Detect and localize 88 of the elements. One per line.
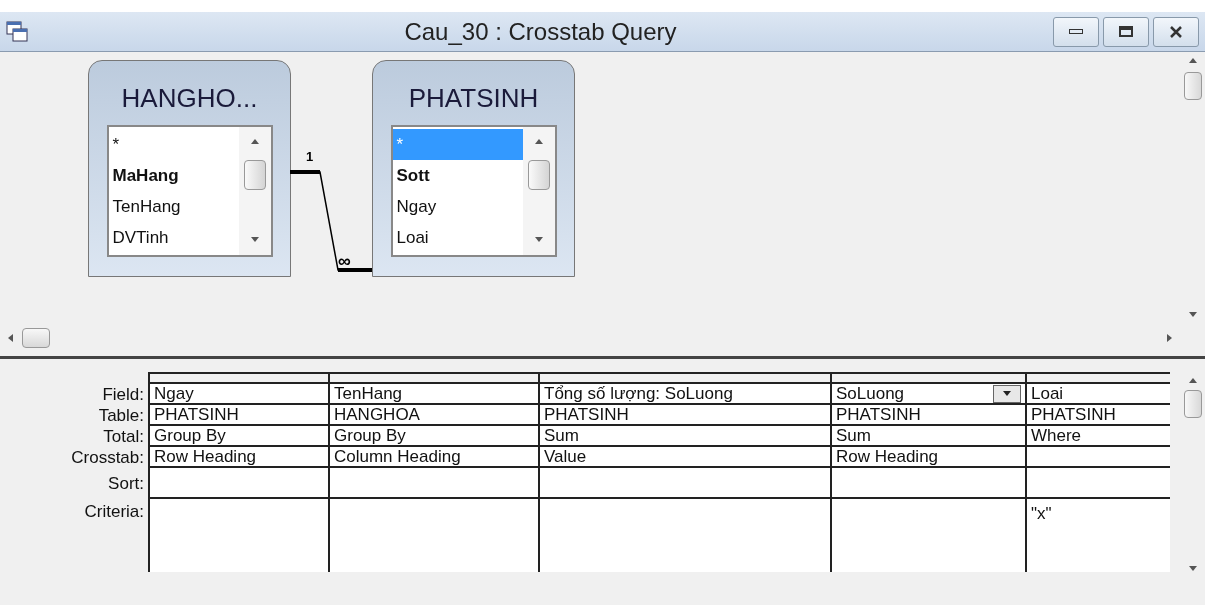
field-item[interactable]: DVTinh bbox=[108, 222, 239, 253]
cell-text: PHATSINH bbox=[836, 403, 922, 426]
table-title: HANGHO... bbox=[121, 85, 258, 111]
cell-text: Sum bbox=[544, 424, 580, 447]
row-label: Total: bbox=[103, 426, 144, 447]
grid-cell[interactable]: Value bbox=[540, 447, 830, 468]
cell-text: PHATSINH bbox=[154, 403, 240, 426]
grid-cell[interactable] bbox=[330, 468, 538, 499]
close-button[interactable] bbox=[1153, 16, 1199, 47]
query-window-icon bbox=[6, 20, 28, 43]
field-list-window[interactable]: PHATSINH * Sott Ngay Loai bbox=[372, 60, 575, 277]
field-cell[interactable]: Loai bbox=[1027, 384, 1170, 405]
cell-text: Where bbox=[1031, 424, 1083, 447]
grid-cell[interactable] bbox=[832, 468, 1025, 499]
grid-cell[interactable] bbox=[330, 499, 538, 572]
scrollbar-thumb[interactable] bbox=[1184, 390, 1202, 418]
scrollbar-thumb[interactable] bbox=[243, 160, 266, 191]
cell-text: "x" bbox=[1031, 503, 1053, 525]
field-item[interactable]: Sott bbox=[392, 160, 523, 191]
grid-cell[interactable] bbox=[150, 499, 328, 572]
grid-cell[interactable]: Row Heading bbox=[832, 447, 1025, 468]
grid-cell[interactable]: PHATSINH bbox=[150, 405, 328, 426]
cell-text: Ngay bbox=[154, 382, 195, 405]
restore-icon bbox=[1119, 26, 1133, 37]
dropdown-button[interactable] bbox=[993, 384, 1021, 403]
cell-text: Value bbox=[544, 445, 588, 468]
cell-text: Row Heading bbox=[836, 445, 940, 468]
grid-cell[interactable]: PHATSINH bbox=[832, 405, 1025, 426]
field-item[interactable]: * bbox=[108, 129, 239, 160]
grid-cell[interactable]: Sum bbox=[540, 426, 830, 447]
grid-cell[interactable] bbox=[1027, 447, 1170, 468]
cell-text: Loai bbox=[1031, 382, 1065, 405]
cell-text: Row Heading bbox=[154, 445, 258, 468]
cell-text: TenHang bbox=[334, 382, 404, 405]
grid-cell[interactable]: Group By bbox=[150, 426, 328, 447]
field-list-window[interactable]: HANGHO... * MaHang TenHang DVTinh bbox=[88, 60, 291, 277]
row-label: Table: bbox=[98, 405, 144, 426]
row-label: Criteria: bbox=[84, 500, 144, 523]
grid-cell[interactable] bbox=[540, 468, 830, 499]
minimize-button[interactable] bbox=[1053, 16, 1099, 47]
field-item[interactable]: MaHang bbox=[108, 160, 239, 191]
minimize-icon bbox=[1069, 29, 1083, 34]
window-title: Cau_30 : Crosstab Query bbox=[403, 16, 678, 47]
scroll-up-icon[interactable] bbox=[249, 137, 260, 147]
restore-button[interactable] bbox=[1103, 16, 1149, 47]
scrollbar-thumb[interactable] bbox=[1184, 72, 1202, 100]
cell-text: Group By bbox=[154, 424, 227, 447]
cell-text: Sum bbox=[836, 424, 872, 447]
cell-text: Column Heading bbox=[334, 445, 462, 468]
grid-cell[interactable] bbox=[150, 468, 328, 499]
scroll-up-icon[interactable] bbox=[533, 137, 544, 147]
grid-cell[interactable]: Where bbox=[1027, 426, 1170, 447]
field-cell[interactable]: Ngay bbox=[150, 384, 328, 405]
field-item[interactable]: TenHang bbox=[108, 191, 239, 222]
cell-text: HANGHOA bbox=[334, 403, 421, 426]
grid-cell[interactable] bbox=[540, 499, 830, 572]
grid-cell[interactable] bbox=[832, 499, 1025, 572]
grid-cell[interactable]: Group By bbox=[330, 426, 538, 447]
row-label: Sort: bbox=[108, 473, 144, 495]
one-side-label: 1 bbox=[306, 150, 314, 163]
scroll-left-icon[interactable] bbox=[6, 333, 16, 343]
row-label: Crosstab: bbox=[71, 447, 144, 468]
field-cell[interactable]: Tổng số lượng: SoLuong bbox=[540, 384, 830, 405]
grid-cell[interactable]: PHATSINH bbox=[1027, 405, 1170, 426]
grid-cell[interactable]: "x" bbox=[1027, 499, 1170, 572]
cell-text: Tổng số lượng: SoLuong bbox=[544, 382, 734, 405]
cell-text: Group By bbox=[334, 424, 407, 447]
table-title: PHATSINH bbox=[408, 85, 539, 111]
grid-cell[interactable]: Sum bbox=[832, 426, 1025, 447]
field-cell[interactable]: SoLuong bbox=[832, 384, 1025, 405]
field-item[interactable]: Ngay bbox=[392, 191, 523, 222]
scrollbar-thumb[interactable] bbox=[527, 160, 550, 191]
grid-cell[interactable]: Row Heading bbox=[150, 447, 328, 468]
scroll-up-icon[interactable] bbox=[1188, 56, 1198, 66]
cell-text: PHATSINH bbox=[544, 403, 630, 426]
field-item[interactable]: Loai bbox=[392, 222, 523, 253]
grid-cell[interactable] bbox=[1027, 468, 1170, 499]
grid-cell[interactable]: PHATSINH bbox=[540, 405, 830, 426]
scroll-up-icon[interactable] bbox=[1188, 376, 1198, 386]
scrollbar-thumb[interactable] bbox=[22, 328, 50, 348]
close-icon bbox=[1169, 25, 1183, 38]
grid-cell[interactable]: HANGHOA bbox=[330, 405, 538, 426]
many-side-label: ∞ bbox=[338, 252, 351, 270]
cell-text: SoLuong bbox=[836, 382, 906, 405]
row-label: Field: bbox=[102, 384, 144, 405]
grid-cell[interactable]: Column Heading bbox=[330, 447, 538, 468]
cell-text: PHATSINH bbox=[1031, 403, 1117, 426]
field-cell[interactable]: TenHang bbox=[330, 384, 538, 405]
